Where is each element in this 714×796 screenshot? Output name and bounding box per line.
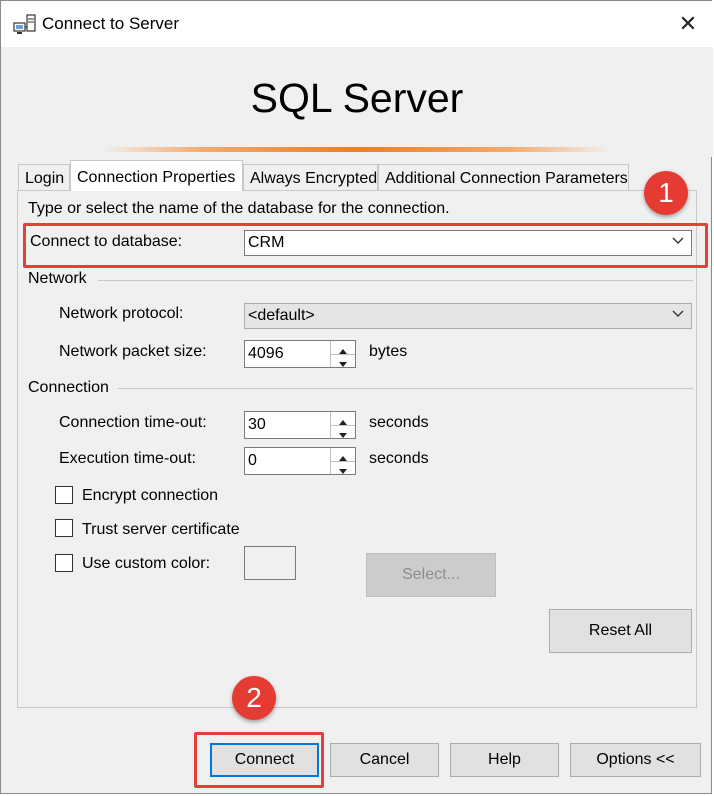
cancel-button[interactable]: Cancel [330,743,439,777]
select-color-button[interactable]: Select... [366,553,496,597]
use-custom-color-label: Use custom color: [82,555,211,572]
connection-timeout-stepper[interactable]: 30 [244,411,356,439]
highlight-connect-to-database [23,223,708,268]
use-custom-color-checkbox[interactable] [55,554,73,572]
encrypt-connection-label: Encrypt connection [82,487,219,504]
banner-accent-line [101,147,611,152]
connection-timeout-value: 30 [248,416,266,433]
connection-divider [118,388,693,389]
title-bar: Connect to Server ✕ [1,1,713,47]
connection-timeout-label: Connection time-out: [59,414,207,431]
encrypt-connection-checkbox[interactable] [55,486,73,504]
reset-all-button[interactable]: Reset All [549,609,692,653]
close-icon[interactable]: ✕ [677,13,699,35]
execution-timeout-stepper[interactable]: 0 [244,447,356,475]
annotation-badge-1: 1 [644,171,688,215]
server-connect-icon [13,14,37,36]
spin-up-button[interactable] [331,341,355,355]
network-divider [98,280,693,281]
connection-timeout-unit: seconds [369,414,429,431]
network-packet-size-value: 4096 [248,345,284,362]
network-section-label: Network [28,270,87,287]
instruction-text: Type or select the name of the database … [28,200,450,217]
connect-to-server-dialog: Connect to Server ✕ SQL Server Login Con… [0,0,713,794]
help-button[interactable]: Help [450,743,559,777]
options-button[interactable]: Options << [570,743,701,777]
execution-timeout-label: Execution time-out: [59,450,196,467]
spin-down-button[interactable] [331,425,355,438]
network-protocol-value: <default> [248,307,315,324]
annotation-badge-2: 2 [232,676,276,720]
banner-title: SQL Server [250,75,464,121]
spin-up-button[interactable] [331,412,355,426]
packet-size-unit: bytes [369,343,408,360]
execution-timeout-value: 0 [248,452,257,469]
spin-down-button[interactable] [331,354,355,367]
chevron-down-icon [672,310,684,317]
execution-timeout-unit: seconds [369,450,429,467]
window-title: Connect to Server [42,14,180,33]
spin-down-button[interactable] [331,461,355,474]
tab-login[interactable]: Login [18,164,70,190]
network-protocol-label: Network protocol: [59,305,184,322]
tab-connection-properties[interactable]: Connection Properties [70,160,243,191]
network-protocol-combo[interactable]: <default> [244,303,692,329]
highlight-connect-button [194,732,324,788]
tab-always-encrypted[interactable]: Always Encrypted [243,164,378,190]
network-packet-size-stepper[interactable]: 4096 [244,340,356,368]
trust-server-certificate-checkbox[interactable] [55,519,73,537]
spin-up-button[interactable] [331,448,355,462]
trust-server-certificate-label: Trust server certificate [82,521,240,538]
tab-additional-connection-parameters[interactable]: Additional Connection Parameters [378,164,629,190]
custom-color-swatch[interactable] [244,546,296,580]
network-packet-size-label: Network packet size: [59,343,207,360]
connection-section-label: Connection [28,379,109,396]
